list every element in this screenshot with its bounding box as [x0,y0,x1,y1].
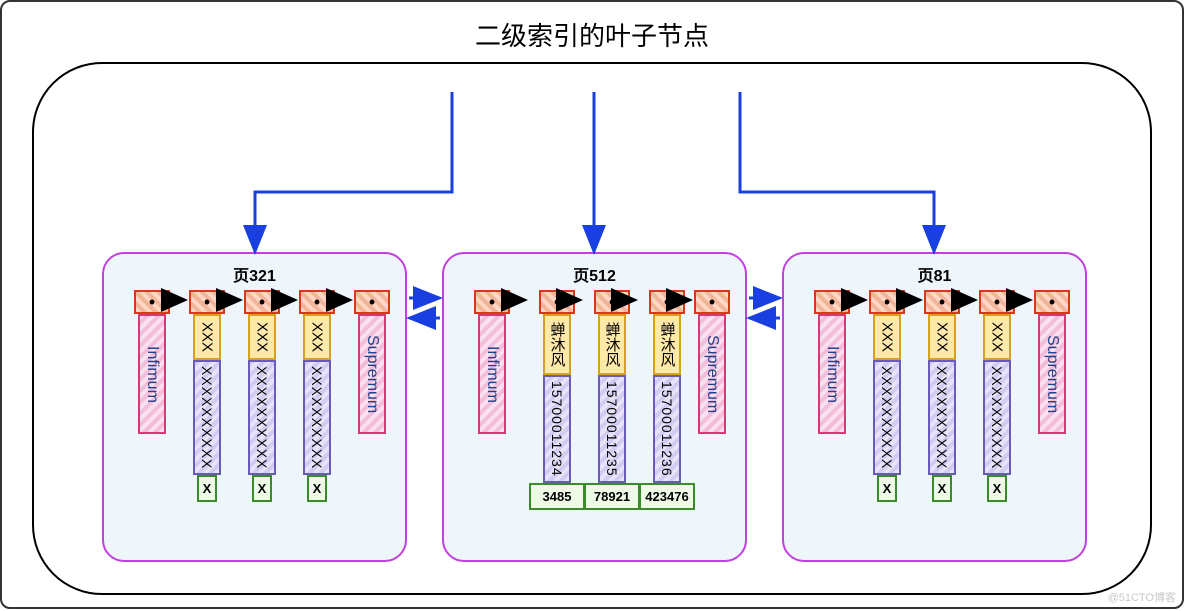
rec-col: XXXXXXXXXX [248,360,276,475]
rec-key: 蝉沐风 [598,314,626,375]
rec-key: XXX [928,314,956,360]
record-header-dot: • [979,290,1015,314]
record-header-dot: • [354,290,390,314]
rec-key: XXX [193,314,221,360]
record-header-dot: • [474,290,510,314]
record-header-dot: • [924,290,960,314]
rec-pk: X [307,475,328,502]
record-header-dot: • [594,290,630,314]
record-header-dot: • [244,290,280,314]
page-81-title: 页81 [784,262,1085,286]
page81-rec1: • XXX XXXXXXXXXX X [869,290,905,502]
rec-col: 15700011235 [598,375,626,483]
page321-rec1: • XXX XXXXXXXXXX X [189,290,225,502]
page81-rec3: • XXX XXXXXXXXXX X [979,290,1015,502]
page-81: 页81 • Infimum • XXX XXXXXXXXXX X • XXX X… [782,252,1087,562]
rec-key: XXX [873,314,901,360]
rec-pk: X [932,475,953,502]
record-header-dot: • [189,290,225,314]
rec-col: 15700011234 [543,375,571,483]
outer-frame: 二级索引的叶子节点 页321 • Infimum • XXX XXXXXXXXX… [0,0,1184,609]
record-header-dot: • [1034,290,1070,314]
record-header-dot: • [694,290,730,314]
supremum-label: Supremum [698,314,726,434]
rec-col: XXXXXXXXXX [303,360,331,475]
rec-key: XXX [303,314,331,360]
rec-key: 蝉沐风 [653,314,681,375]
rec-pk: X [197,475,218,502]
page321-supremum: • Supremum [354,290,390,434]
page512-rec2: • 蝉沐风 15700011235 78921 [584,290,640,510]
page512-rec3: • 蝉沐风 15700011236 423476 [639,290,695,510]
record-header-dot: • [649,290,685,314]
diagram-title: 二级索引的叶子节点 [2,16,1182,53]
page512-supremum: • Supremum [694,290,730,434]
page-321-title: 页321 [104,262,405,286]
rec-pk: X [987,475,1008,502]
page321-infimum: • Infimum [134,290,170,434]
page81-supremum: • Supremum [1034,290,1070,434]
rec-pk: 3485 [529,483,585,510]
page-321: 页321 • Infimum • XXX XXXXXXXXXX X • XXX … [102,252,407,562]
record-header-dot: • [299,290,335,314]
record-header-dot: • [869,290,905,314]
rec-pk: 423476 [639,483,695,510]
rec-col: XXXXXXXXXX [873,360,901,475]
page81-infimum: • Infimum [814,290,850,434]
record-header-dot: • [134,290,170,314]
rec-col: 15700011236 [653,375,681,483]
rec-pk: 78921 [584,483,640,510]
infimum-label: Infimum [478,314,506,434]
page512-infimum: • Infimum [474,290,510,434]
rec-col: XXXXXXXXXX [928,360,956,475]
supremum-label: Supremum [1038,314,1066,434]
rec-col: XXXXXXXXXX [983,360,1011,475]
rec-key: 蝉沐风 [543,314,571,375]
page321-rec2: • XXX XXXXXXXXXX X [244,290,280,502]
page-512: 页512 • Infimum • 蝉沐风 15700011234 3485 • … [442,252,747,562]
record-header-dot: • [539,290,575,314]
infimum-label: Infimum [138,314,166,434]
rec-key: XXX [983,314,1011,360]
watermark: @51CTO博客 [1108,589,1176,605]
page81-rec2: • XXX XXXXXXXXXX X [924,290,960,502]
page321-rec3: • XXX XXXXXXXXXX X [299,290,335,502]
rec-pk: X [877,475,898,502]
page512-rec1: • 蝉沐风 15700011234 3485 [529,290,585,510]
record-header-dot: • [814,290,850,314]
rec-col: XXXXXXXXXX [193,360,221,475]
supremum-label: Supremum [358,314,386,434]
rec-pk: X [252,475,273,502]
rec-key: XXX [248,314,276,360]
infimum-label: Infimum [818,314,846,434]
page-512-title: 页512 [444,262,745,286]
